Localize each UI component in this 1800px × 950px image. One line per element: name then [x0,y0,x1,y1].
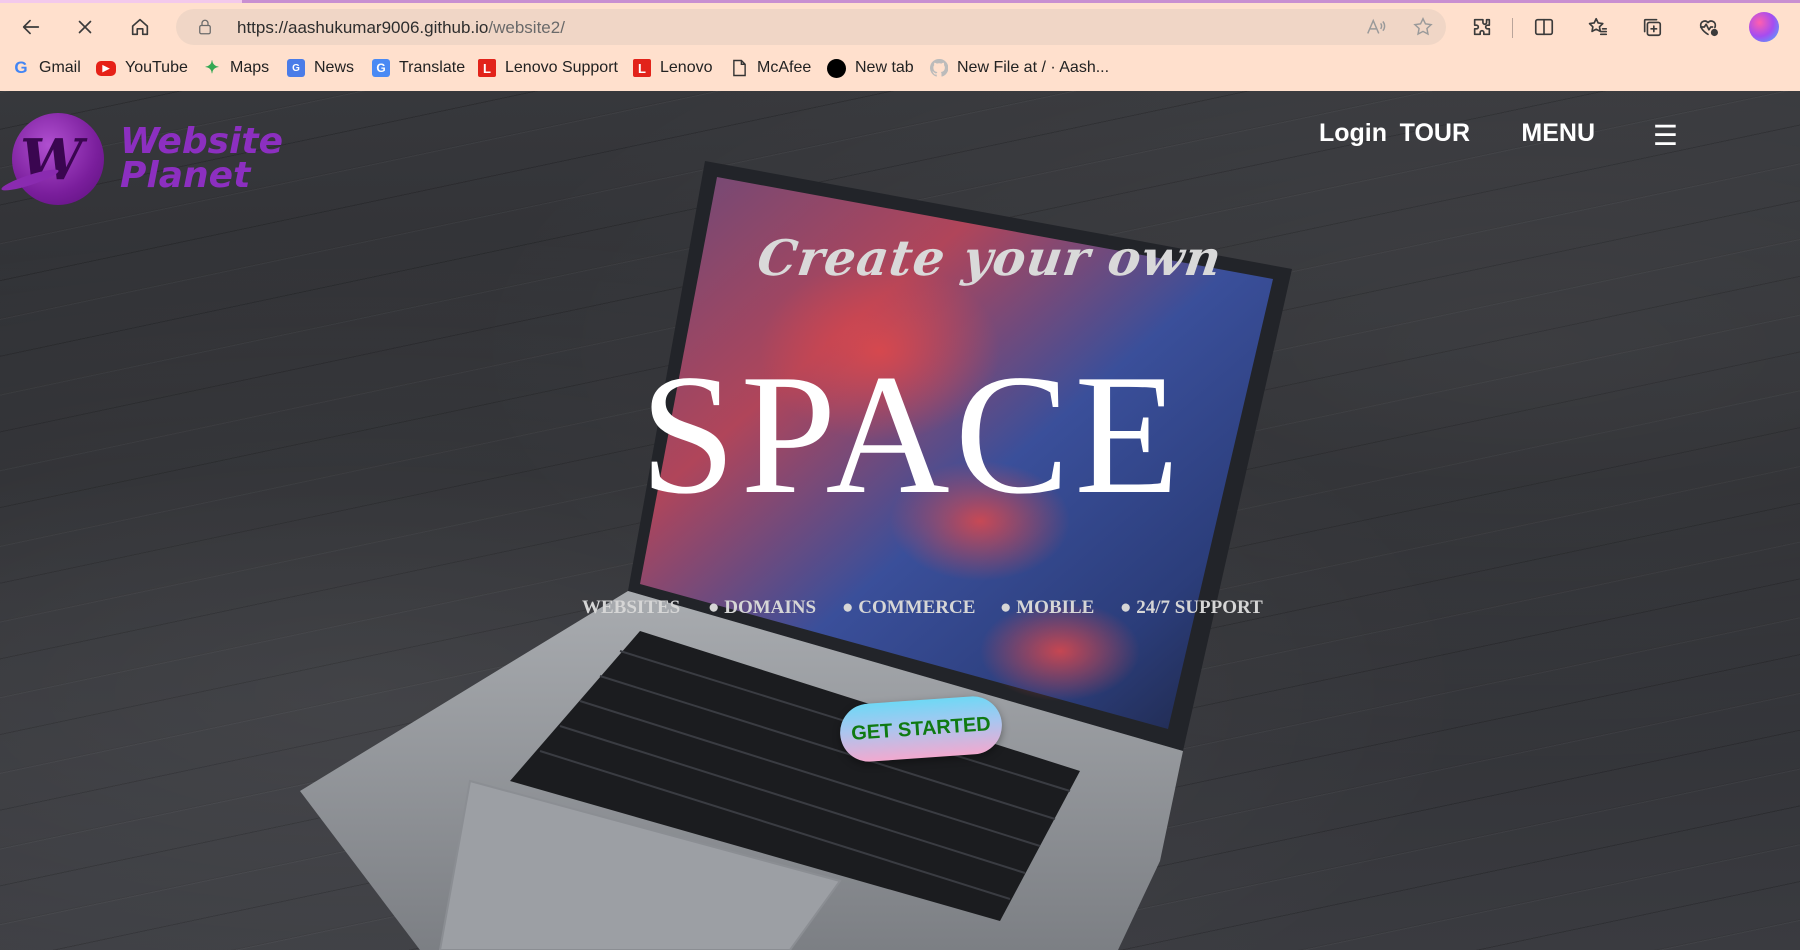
bookmark-github-file[interactable]: New File at / · Aash... [930,57,1109,79]
lenovo-icon: L [478,59,496,77]
bookmark-label: YouTube [125,59,188,76]
url-text[interactable]: https://aashukumar9006.github.io/website… [237,18,565,38]
translate-icon: G [372,59,390,77]
nav-login[interactable]: Login [1319,119,1387,148]
news-icon: G [287,59,305,77]
hero-headline: SPACE [640,340,1185,530]
bookmark-maps[interactable]: ✦ Maps [203,57,269,79]
bookmark-gmail[interactable]: G Gmail [12,57,81,79]
bookmark-label: New tab [855,59,914,76]
bookmarks-bar: G Gmail ▶ YouTube ✦ Maps G News G Transl… [0,53,1800,83]
bookmark-lenovo[interactable]: L Lenovo [633,57,713,79]
toolbar-divider [1512,18,1513,38]
bookmark-label: McAfee [757,59,812,76]
bookmark-label: New File at / · Aash... [957,59,1110,76]
bookmark-label: Lenovo Support [505,59,618,76]
bookmark-youtube[interactable]: ▶ YouTube [96,57,188,79]
maps-pin-icon: ✦ [204,58,220,77]
read-aloud-icon[interactable] [1365,16,1387,38]
nav-menu[interactable]: MENU [1521,119,1595,148]
feature-item: ● DOMAINS [708,597,817,618]
hero-section: W Website Planet Login TOUR MENU ☰ Creat… [0,91,1800,950]
hero-tagline: Create your own [753,229,1226,287]
feature-item: ● COMMERCE [842,597,976,618]
gmail-g-icon: G [14,58,28,77]
feature-item: ● MOBILE [1000,597,1095,618]
bookmark-translate[interactable]: G Translate [372,57,465,79]
browser-toolbar: https://aashukumar9006.github.io/website… [0,3,1800,51]
address-bar[interactable]: https://aashukumar9006.github.io/website… [176,9,1446,45]
bookmark-mcafee[interactable]: McAfee [730,57,811,79]
bookmark-label: Lenovo [660,59,713,76]
home-icon[interactable] [122,9,158,45]
back-icon[interactable] [13,9,49,45]
lock-icon[interactable] [196,18,214,36]
favorites-icon[interactable] [1580,9,1616,45]
feature-item: WEBSITES [582,597,681,618]
copilot-avatar-icon[interactable] [1749,12,1779,42]
nav-tour[interactable]: TOUR [1400,119,1470,148]
favorite-star-icon[interactable] [1412,16,1434,38]
bookmark-label: Translate [399,59,466,76]
page-icon [730,59,748,77]
lenovo-icon: L [633,59,651,77]
black-circle-icon [827,58,846,78]
collections-icon[interactable] [1634,9,1670,45]
extensions-puzzle-icon[interactable] [1464,9,1500,45]
stop-loading-icon[interactable] [67,9,103,45]
bookmark-new-tab[interactable]: New tab [827,57,914,79]
feature-item: ● 24/7 SUPPORT [1120,597,1263,618]
bookmark-news[interactable]: G News [287,57,354,79]
bookmark-label: Maps [230,59,270,76]
get-started-button[interactable]: GET STARTED [838,694,1004,764]
browser-chrome: https://aashukumar9006.github.io/website… [0,0,1800,91]
logo-text: Website Planet [120,121,283,196]
github-icon [930,59,948,77]
hamburger-menu-icon[interactable]: ☰ [1653,119,1678,152]
bookmark-label: Gmail [39,59,81,76]
split-screen-icon[interactable] [1526,9,1562,45]
bookmark-label: News [314,59,355,76]
browser-essentials-icon[interactable] [1690,9,1726,45]
website-planet-logo[interactable]: W Website Planet [0,111,320,211]
bookmark-lenovo-support[interactable]: L Lenovo Support [478,57,618,79]
youtube-icon: ▶ [96,60,116,76]
